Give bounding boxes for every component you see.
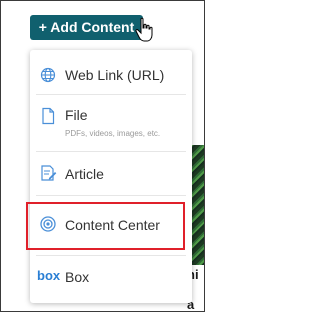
- content-center-highlight-box: [26, 202, 185, 250]
- menu-divider: [36, 94, 186, 95]
- menu-item-label: File: [65, 107, 88, 123]
- svg-text:box: box: [37, 268, 61, 283]
- article-edit-icon: [41, 165, 57, 181]
- globe-icon: [40, 67, 56, 83]
- screenshot-frame: ni r a + Add Content Web Link (URL) File…: [0, 0, 205, 312]
- menu-item-web-link[interactable]: Web Link (URL): [30, 64, 192, 86]
- file-icon: [42, 107, 55, 125]
- menu-item-label: Article: [65, 166, 104, 182]
- menu-divider: [36, 195, 186, 196]
- menu-item-article[interactable]: Article: [30, 162, 192, 186]
- menu-item-label: Box: [65, 269, 90, 285]
- menu-item-file[interactable]: File PDFs, videos, images, etc.: [30, 104, 192, 144]
- add-content-button[interactable]: + Add Content: [30, 15, 143, 40]
- menu-item-label: Web Link (URL): [65, 67, 165, 83]
- box-logo-icon: box: [37, 268, 61, 283]
- menu-divider: [36, 255, 186, 256]
- menu-divider: [36, 151, 186, 152]
- add-content-dropdown-menu: Web Link (URL) File PDFs, videos, images…: [30, 50, 192, 303]
- hand-cursor-icon: [135, 17, 153, 42]
- menu-item-box[interactable]: box Box: [30, 265, 192, 289]
- menu-item-sublabel: PDFs, videos, images, etc.: [65, 129, 161, 138]
